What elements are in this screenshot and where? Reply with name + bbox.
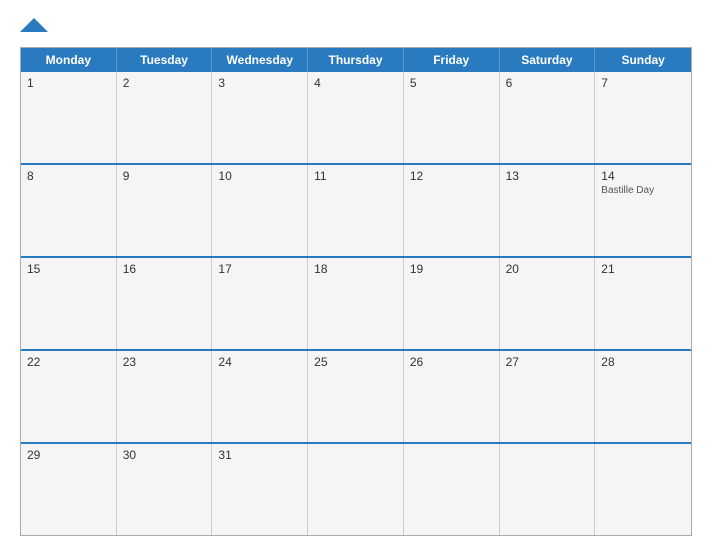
day-number: 14: [601, 169, 685, 183]
header-monday: Monday: [21, 48, 117, 72]
day-number: 7: [601, 76, 685, 90]
day-number: 1: [27, 76, 110, 90]
day-number: 29: [27, 448, 110, 462]
day-cell: 17: [212, 258, 308, 349]
day-number: 30: [123, 448, 206, 462]
day-number: 28: [601, 355, 685, 369]
day-cell: 21: [595, 258, 691, 349]
day-cell: 26: [404, 351, 500, 442]
week-row-4: 29 30 31: [21, 442, 691, 535]
day-number: 13: [506, 169, 589, 183]
calendar-page: Monday Tuesday Wednesday Thursday Friday…: [0, 0, 712, 550]
day-number: 20: [506, 262, 589, 276]
logo-icon: [20, 18, 60, 32]
day-cell: 2: [117, 72, 213, 163]
calendar-body: 1234567891011121314Bastille Day151617181…: [21, 72, 691, 535]
header-tuesday: Tuesday: [117, 48, 213, 72]
day-cell: [308, 444, 404, 535]
day-number: 31: [218, 448, 301, 462]
day-cell: 4: [308, 72, 404, 163]
day-cell: 19: [404, 258, 500, 349]
day-number: 17: [218, 262, 301, 276]
day-cell: 24: [212, 351, 308, 442]
calendar: Monday Tuesday Wednesday Thursday Friday…: [20, 47, 692, 536]
day-cell: 6: [500, 72, 596, 163]
weekday-header-row: Monday Tuesday Wednesday Thursday Friday…: [21, 48, 691, 72]
day-number: 4: [314, 76, 397, 90]
day-cell: 13: [500, 165, 596, 256]
day-cell: 31: [212, 444, 308, 535]
day-number: 8: [27, 169, 110, 183]
day-number: 6: [506, 76, 589, 90]
week-row-0: 1234567: [21, 72, 691, 163]
day-cell: 3: [212, 72, 308, 163]
day-number: 5: [410, 76, 493, 90]
day-number: 22: [27, 355, 110, 369]
day-cell: 16: [117, 258, 213, 349]
day-cell: 28: [595, 351, 691, 442]
day-cell: 23: [117, 351, 213, 442]
day-cell: 22: [21, 351, 117, 442]
day-cell: 29: [21, 444, 117, 535]
page-header: [20, 18, 692, 37]
day-number: 12: [410, 169, 493, 183]
day-cell: 27: [500, 351, 596, 442]
day-cell: 25: [308, 351, 404, 442]
day-cell: [500, 444, 596, 535]
day-cell: 11: [308, 165, 404, 256]
header-wednesday: Wednesday: [212, 48, 308, 72]
day-number: 18: [314, 262, 397, 276]
day-cell: 12: [404, 165, 500, 256]
day-number: 27: [506, 355, 589, 369]
event-label: Bastille Day: [601, 185, 685, 196]
day-number: 25: [314, 355, 397, 369]
day-number: 10: [218, 169, 301, 183]
week-row-3: 22 23 24 25 26 27 28: [21, 349, 691, 442]
logo: [20, 18, 60, 37]
day-number: 23: [123, 355, 206, 369]
day-number: 16: [123, 262, 206, 276]
day-number: 24: [218, 355, 301, 369]
day-cell: 14 Bastille Day: [595, 165, 691, 256]
week-row-1: 89 10 11 12 13 14 Bastille Day: [21, 163, 691, 256]
header-thursday: Thursday: [308, 48, 404, 72]
day-cell: [595, 444, 691, 535]
day-cell: 1: [21, 72, 117, 163]
day-number: 26: [410, 355, 493, 369]
day-cell: 8: [21, 165, 117, 256]
day-number: 9: [123, 169, 206, 183]
header-sunday: Sunday: [595, 48, 691, 72]
header-saturday: Saturday: [500, 48, 596, 72]
day-cell: 18: [308, 258, 404, 349]
day-number: 2: [123, 76, 206, 90]
day-number: 21: [601, 262, 685, 276]
day-cell: [404, 444, 500, 535]
day-cell: 10: [212, 165, 308, 256]
header-friday: Friday: [404, 48, 500, 72]
day-cell: 5: [404, 72, 500, 163]
logo-text: [20, 18, 60, 37]
day-cell: 15: [21, 258, 117, 349]
day-number: 11: [314, 169, 397, 183]
day-cell: 7: [595, 72, 691, 163]
week-row-2: 15 16 17 18 19 20 21: [21, 256, 691, 349]
day-cell: 20: [500, 258, 596, 349]
day-cell: 9: [117, 165, 213, 256]
day-number: 15: [27, 262, 110, 276]
day-number: 19: [410, 262, 493, 276]
day-cell: 30: [117, 444, 213, 535]
day-number: 3: [218, 76, 301, 90]
